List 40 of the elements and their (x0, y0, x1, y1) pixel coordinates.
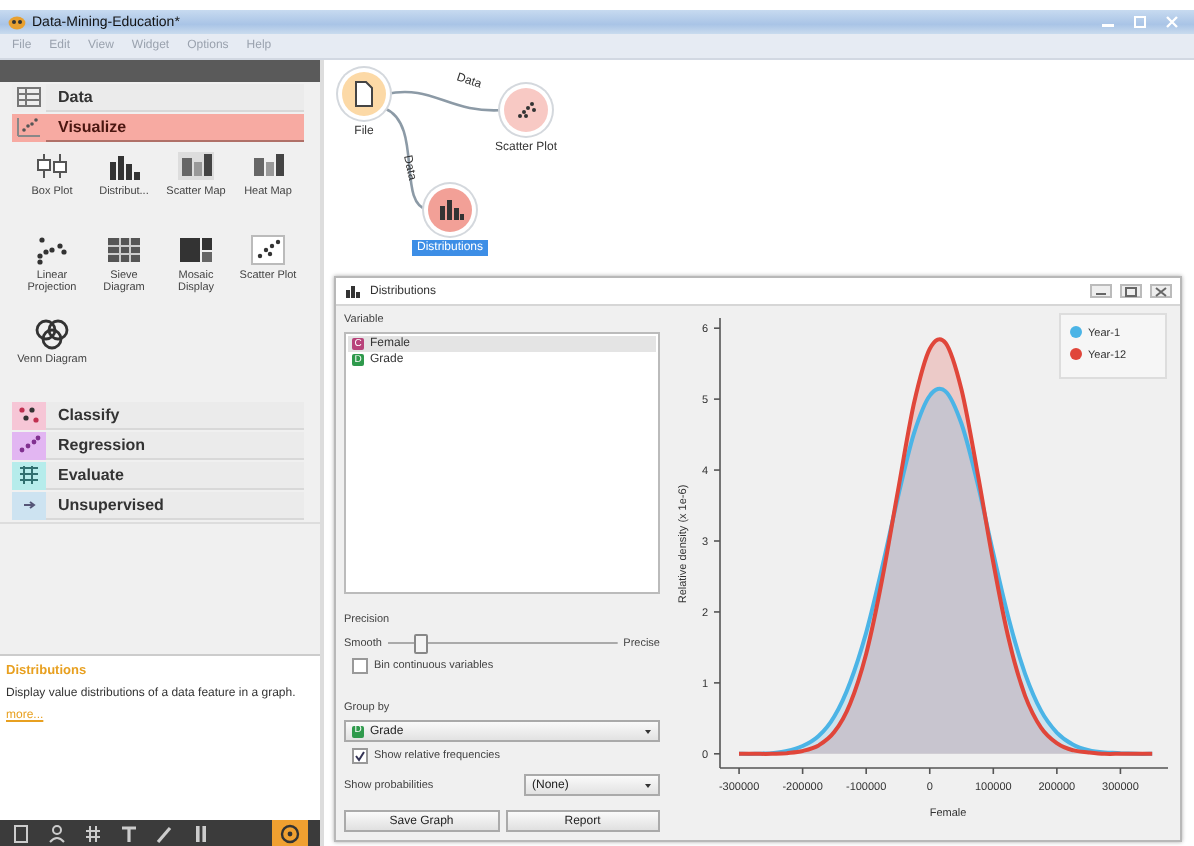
category-tab[interactable]: Data (12, 84, 304, 112)
grid-icon (104, 234, 144, 266)
caret-icon (644, 781, 652, 789)
app-icon (8, 15, 26, 29)
venn-icon (32, 318, 72, 350)
category-tab[interactable]: Unsupervised (12, 492, 304, 520)
widget-node[interactable] (504, 88, 548, 132)
close-icon (1152, 285, 1170, 297)
minimize-button[interactable] (1090, 284, 1112, 298)
maximize-button[interactable] (1120, 284, 1142, 298)
bar-chart-icon (104, 150, 144, 182)
close-button[interactable] (1150, 284, 1172, 298)
box-plot-icon (32, 150, 72, 182)
category-tab[interactable]: Regression (12, 432, 304, 460)
maximize-icon (1132, 16, 1148, 28)
checkbox[interactable] (352, 748, 368, 764)
close-icon (1164, 16, 1180, 28)
scatter-plot-icon (248, 234, 288, 266)
person-icon (48, 823, 66, 843)
pause-icon (192, 823, 210, 843)
bar-chart-icon (434, 194, 466, 226)
slider-thumb[interactable] (413, 634, 428, 654)
widget-node[interactable] (342, 72, 386, 116)
document-icon (12, 823, 30, 843)
checkbox[interactable] (352, 658, 368, 674)
tile-chart-icon (176, 150, 216, 182)
pen-icon (156, 823, 174, 843)
category-tab[interactable]: Visualize (12, 114, 304, 142)
category-tab[interactable]: Classify (12, 402, 304, 430)
maximize-icon (1122, 285, 1140, 297)
mosaic-icon (176, 234, 216, 266)
scatter-dots-icon (32, 234, 72, 266)
category-tab[interactable]: Evaluate (12, 462, 304, 490)
widget-node[interactable] (428, 188, 472, 232)
hash-icon (84, 823, 102, 843)
legend-background (1059, 313, 1167, 379)
bar-chart-icon (344, 284, 362, 298)
tile-chart-icon (248, 150, 288, 182)
text-icon (120, 823, 138, 843)
caret-icon (644, 727, 652, 735)
